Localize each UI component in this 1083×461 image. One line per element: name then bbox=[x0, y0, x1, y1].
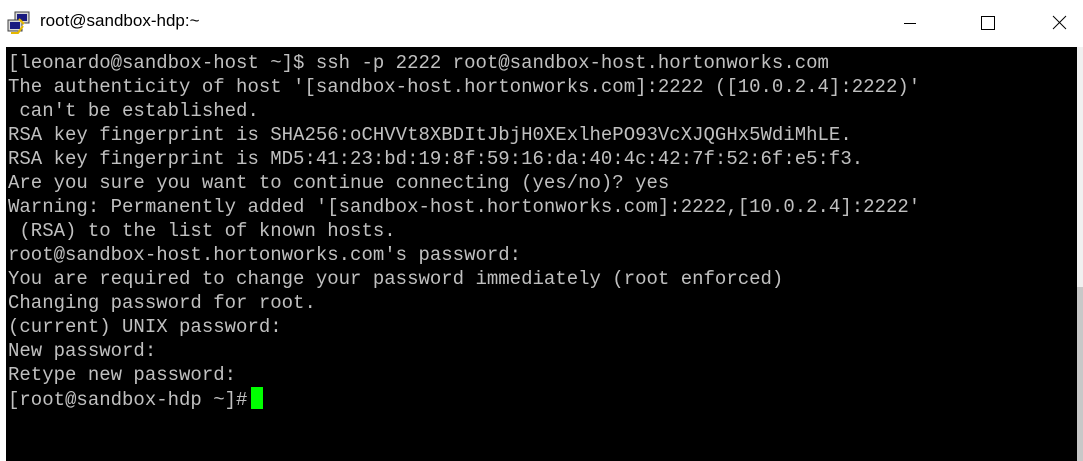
terminal-line: Changing password for root. bbox=[8, 292, 316, 314]
minimize-icon bbox=[904, 23, 916, 24]
terminal-line: (current) UNIX password: bbox=[8, 316, 282, 338]
scrollbar-thumb[interactable] bbox=[1077, 287, 1083, 461]
terminal-line: The authenticity of host '[sandbox-host.… bbox=[8, 76, 921, 98]
text-cursor bbox=[251, 387, 264, 409]
terminal-line: New password: bbox=[8, 340, 157, 362]
title-bar[interactable]: root@sandbox-hdp:~ bbox=[0, 0, 1083, 47]
close-button[interactable] bbox=[1035, 0, 1083, 47]
terminal-prompt-line: [root@sandbox-hdp ~]# bbox=[8, 387, 264, 411]
terminal-window: root@sandbox-hdp:~ [leonardo@sandbox-hos… bbox=[0, 0, 1083, 461]
terminal-line: You are required to change your password… bbox=[8, 268, 784, 290]
shell-prompt: [root@sandbox-hdp ~]# bbox=[8, 389, 248, 411]
terminal-line: can't be established. bbox=[8, 100, 259, 122]
vertical-scrollbar[interactable] bbox=[1077, 47, 1083, 461]
maximize-icon bbox=[981, 16, 995, 30]
terminal-output[interactable]: [leonardo@sandbox-host ~]$ ssh -p 2222 r… bbox=[6, 47, 1077, 461]
minimize-button[interactable] bbox=[886, 0, 934, 47]
terminal-line: Are you sure you want to continue connec… bbox=[8, 172, 670, 194]
terminal-line: root@sandbox-host.hortonworks.com's pass… bbox=[8, 244, 522, 266]
terminal-line: Retype new password: bbox=[8, 364, 237, 386]
terminal-line: (RSA) to the list of known hosts. bbox=[8, 220, 396, 242]
terminal-line: Warning: Permanently added '[sandbox-hos… bbox=[8, 196, 921, 218]
terminal-line: RSA key fingerprint is MD5:41:23:bd:19:8… bbox=[8, 148, 864, 170]
terminal-line: RSA key fingerprint is SHA256:oCHVVt8XBD… bbox=[8, 124, 852, 146]
terminal-line: [leonardo@sandbox-host ~]$ ssh -p 2222 r… bbox=[8, 52, 829, 74]
close-icon bbox=[1052, 15, 1067, 30]
putty-terminal-icon[interactable] bbox=[6, 10, 32, 36]
window-title: root@sandbox-hdp:~ bbox=[40, 11, 200, 30]
maximize-button[interactable] bbox=[963, 0, 1011, 47]
